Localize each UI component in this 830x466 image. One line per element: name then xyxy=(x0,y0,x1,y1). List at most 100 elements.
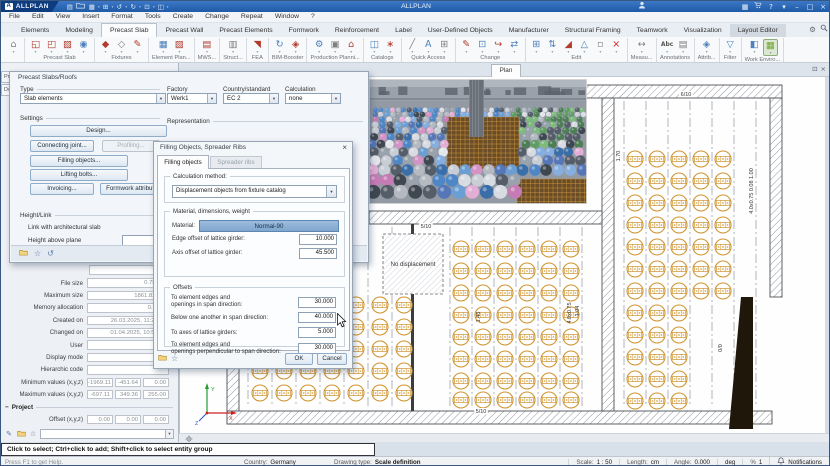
load-favorite-icon[interactable] xyxy=(158,354,167,364)
align-icon[interactable]: ⇅▾ xyxy=(545,39,560,54)
palette-value-field[interactable]: 0.00 xyxy=(87,415,113,425)
material-button[interactable]: Normal-90 xyxy=(199,220,339,232)
element-plan-icon[interactable]: ▦▾ xyxy=(156,39,171,54)
fixture-modify-icon[interactable]: ◇▾ xyxy=(114,39,129,54)
close-icon[interactable]: × xyxy=(817,2,829,12)
settings-gear-icon[interactable]: ⚙ xyxy=(809,25,816,34)
search-icon[interactable] xyxy=(820,24,828,34)
menu-item-window[interactable]: Window xyxy=(269,12,305,22)
palette-value-field[interactable]: 349.36 xyxy=(115,390,141,400)
drawing-type-field[interactable]: Drawing type:Scale definition xyxy=(334,459,421,466)
precast-home-icon[interactable]: ⌂▾ xyxy=(6,39,21,54)
filter-icon[interactable]: ▽▾ xyxy=(723,39,738,54)
viewport-tab-plan[interactable]: Plan xyxy=(491,64,521,77)
modify-icon[interactable]: ✎▾ xyxy=(459,39,474,54)
invoicing-button[interactable]: Invoicing... xyxy=(30,183,94,195)
workspace-active-icon[interactable]: ▦▾ xyxy=(763,39,778,56)
link-architectural-slab-label[interactable]: Link with architectural slab xyxy=(28,224,101,231)
copy-move-icon[interactable]: ⊡▾ xyxy=(475,39,490,54)
ribbon-tab-precast-elements[interactable]: Precast Elements xyxy=(211,24,280,37)
menu-item-change[interactable]: Change xyxy=(199,12,235,22)
palette-value-field[interactable]: 0.00 xyxy=(115,415,141,425)
status-field-length[interactable]: Length:cm xyxy=(619,459,666,466)
status-field-angle[interactable]: Angle:0.000 xyxy=(666,459,717,466)
trim-icon[interactable]: ◢▾ xyxy=(561,39,576,54)
mws-icon[interactable]: ▤▾ xyxy=(199,39,214,54)
fea-icon[interactable]: ◥▾ xyxy=(250,39,265,54)
fixture-icon[interactable]: ◆▾ xyxy=(98,39,113,54)
palette-value-field[interactable]: -1969.11 xyxy=(87,378,113,388)
cancel-button[interactable]: Cancel xyxy=(317,353,347,365)
menu-item-repeat[interactable]: Repeat xyxy=(235,12,269,22)
mirror-icon[interactable]: ⇄▾ xyxy=(507,39,522,54)
edit-pencil-icon[interactable]: ✎ xyxy=(4,430,14,438)
menu-item-group[interactable]: ? xyxy=(305,12,321,22)
slab-layout-icon[interactable]: ◱▾ xyxy=(28,39,43,54)
workspace-layout-icon[interactable]: ◧▾ xyxy=(747,39,762,56)
ribbon-tab-manufacturer[interactable]: Manufacturer xyxy=(501,24,557,37)
connecting-joint-button[interactable]: Connecting joint... xyxy=(30,140,94,152)
ribbon-tab-user-defined-objects[interactable]: User-Defined Objects xyxy=(420,24,501,37)
calculation-combo[interactable]: none▼ xyxy=(285,93,341,104)
viewport-close-icon[interactable]: × xyxy=(821,65,826,73)
ok-button[interactable]: OK xyxy=(285,353,313,365)
element-plan-settings-icon[interactable]: ▧▾ xyxy=(172,39,187,54)
chevron-down-icon[interactable]: ▼ xyxy=(156,94,165,103)
design-button[interactable]: Design... xyxy=(30,125,167,137)
ribbon-tab-precast-wall[interactable]: Precast Wall xyxy=(157,24,211,37)
fixture-edit-icon[interactable]: ✎▾ xyxy=(130,39,145,54)
bim-export-icon[interactable]: ◈▾ xyxy=(288,39,303,54)
ribbon-tab-formwork[interactable]: Formwork xyxy=(281,24,327,37)
palette-value-field[interactable]: 255.00 xyxy=(143,390,169,400)
ribbon-tab-label[interactable]: Label xyxy=(387,24,420,37)
ribbon-tab-structural-framing[interactable]: Structural Framing xyxy=(557,24,629,37)
chevron-down-icon[interactable]: ▼ xyxy=(331,94,340,103)
chevron-down-icon[interactable]: ▼ xyxy=(165,430,173,438)
chevron-down-icon[interactable]: ▼ xyxy=(269,94,278,103)
viewport-menu-icon[interactable]: ⊡ xyxy=(812,65,817,73)
type-combo[interactable]: Slab elements▼ xyxy=(20,93,166,104)
menu-item-edit[interactable]: Edit xyxy=(26,12,50,22)
status-field-group[interactable]: %1 xyxy=(742,459,769,466)
filling-objects-button[interactable]: Filling objects... xyxy=(30,155,128,167)
offset-row-field[interactable]: 30.000 xyxy=(298,297,336,308)
factory-combo[interactable]: Werk1▼ xyxy=(167,93,217,104)
palette-value-field[interactable]: 0.00 xyxy=(143,415,169,425)
calculation-method-combo[interactable]: Displacement objects from fixture catalo… xyxy=(172,185,337,198)
shop-icon[interactable] xyxy=(752,2,764,12)
slab-point-icon[interactable]: ◉▾ xyxy=(76,39,91,54)
dim-row-field[interactable]: 10.000 xyxy=(299,234,337,245)
tab-filling-objects[interactable]: Filling objects xyxy=(157,155,209,169)
close-icon[interactable]: × xyxy=(342,143,347,152)
catalog-book-icon[interactable]: ◫▾ xyxy=(367,39,382,54)
menu-item-format[interactable]: Format xyxy=(105,12,139,22)
offset-row-field[interactable]: 5.000 xyxy=(298,327,336,338)
ribbon-tab-layout-editor[interactable]: Layout Editor xyxy=(730,24,786,37)
menu-item-view[interactable]: View xyxy=(50,12,77,22)
save-favorite-star-icon[interactable]: ☆ xyxy=(34,249,41,259)
offset-row-field[interactable]: 40.000 xyxy=(298,312,336,323)
palette-value-field[interactable]: -451.64 xyxy=(115,378,141,388)
draw-line-icon[interactable]: ╱▾ xyxy=(405,39,420,54)
delete-icon[interactable]: ×▾ xyxy=(609,39,624,54)
bim-sync-icon[interactable]: ↻▾ xyxy=(272,39,287,54)
text-icon[interactable]: A▾ xyxy=(421,39,436,54)
lifting-bolts-button[interactable]: Lifting bolts... xyxy=(30,169,128,181)
load-favorite-icon[interactable] xyxy=(19,249,28,259)
status-field-deg[interactable]: deg xyxy=(717,459,742,466)
ribbon-tab-teamwork[interactable]: Teamwork xyxy=(629,24,676,37)
menu-item-file[interactable]: File xyxy=(3,12,26,22)
struct-icon[interactable]: ▥▾ xyxy=(226,39,241,54)
palette-value-field[interactable]: 0.00 xyxy=(143,378,169,388)
measure-icon[interactable]: ↔▾ xyxy=(634,39,649,54)
help-caret-icon[interactable]: ▾ xyxy=(778,2,790,12)
copy-elements-icon[interactable]: ⊞▾ xyxy=(529,39,544,54)
ribbon-tab-modeling[interactable]: Modeling xyxy=(57,24,101,37)
production-print-icon[interactable]: ▣▾ xyxy=(328,39,343,54)
save-favorite-star-icon[interactable]: ☆ xyxy=(171,354,178,364)
dim-row-field[interactable]: 45.500 xyxy=(299,248,337,259)
catalog-tools-icon[interactable]: ∗▾ xyxy=(383,39,398,54)
slab-mesh-icon[interactable]: ▨▾ xyxy=(60,39,75,54)
selection-box-icon[interactable]: ▫▾ xyxy=(593,39,608,54)
slab-edit-icon[interactable]: ◰▾ xyxy=(44,39,59,54)
